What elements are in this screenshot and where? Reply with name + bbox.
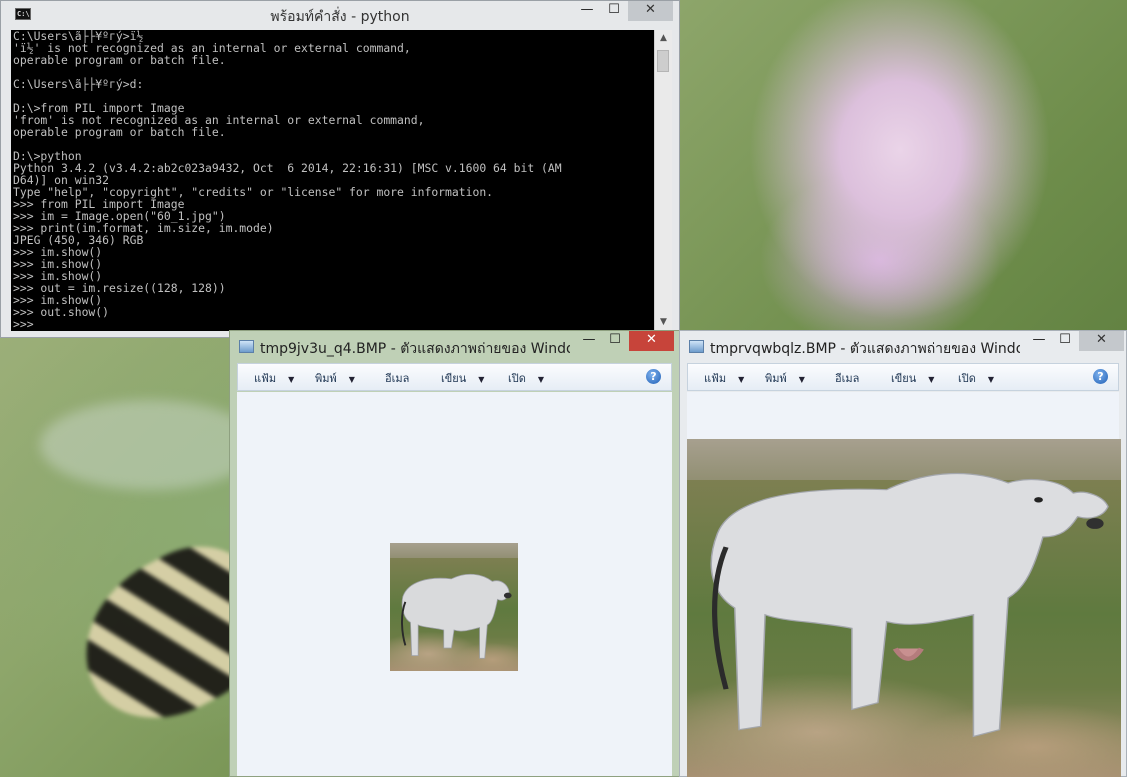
help-icon[interactable]: ? [646,369,661,384]
menu-open-label: เปิด [508,372,526,385]
minimize-button[interactable]: — [574,1,600,21]
viewer-titlebar[interactable]: tmprvqwbqlz.BMP - ตัวแสดงภาพถ่ายของ Wind… [680,331,1126,361]
menu-burn[interactable]: เขียน ▼ [441,369,484,387]
console-line: C:\Users\ã├├¥ºгý>d: [13,77,144,91]
menu-email[interactable]: อีเมล [385,369,409,387]
menu-file-label: แฟ้ม [704,372,727,385]
menu-print[interactable]: พิมพ์ ▼ [315,369,355,387]
viewer-title: tmp9jv3u_q4.BMP - ตัวแสดงภาพถ่ายของ Wind… [260,341,570,357]
console-line: operable program or batch file. [13,125,226,139]
maximize-button[interactable]: ☐ [601,1,627,21]
dropdown-arrow-icon: ▼ [798,375,805,384]
menu-burn-label: เขียน [891,372,917,385]
menu-burn[interactable]: เขียน ▼ [891,369,934,387]
image-display-area[interactable] [687,392,1121,777]
displayed-image [687,439,1121,777]
viewer-titlebar[interactable]: tmp9jv3u_q4.BMP - ตัวแสดงภาพถ่ายของ Wind… [230,331,679,361]
viewer-toolbar: แฟ้ม ▼ พิมพ์ ▼ อีเมล เขียน ▼ เปิด ▼ ? [687,363,1119,391]
menu-open-label: เปิด [958,372,976,385]
minimize-button[interactable]: — [576,331,602,351]
maximize-button[interactable]: ☐ [1052,331,1078,351]
viewer-title: tmprvqwbqlz.BMP - ตัวแสดงภาพถ่ายของ Wind… [710,341,1020,357]
menu-print-label: พิมพ์ [315,372,337,385]
viewer-toolbar: แฟ้ม ▼ พิมพ์ ▼ อีเมล เขียน ▼ เปิด ▼ ? [237,363,672,391]
menu-email-label: อีเมล [385,372,410,385]
console-line: operable program or batch file. [13,53,226,67]
dropdown-arrow-icon: ▼ [478,375,485,384]
dropdown-arrow-icon: ▼ [987,375,995,384]
menu-print-label: พิมพ์ [765,372,787,385]
dropdown-arrow-icon: ▼ [537,375,545,384]
menu-open[interactable]: เปิด ▼ [958,369,994,387]
console-scrollbar[interactable]: ▲ ▼ [654,30,672,331]
photo-viewer-window-1[interactable]: tmp9jv3u_q4.BMP - ตัวแสดงภาพถ่ายของ Wind… [229,330,680,777]
help-icon[interactable]: ? [1093,369,1108,384]
minimize-button[interactable]: — [1026,331,1052,351]
dropdown-arrow-icon: ▼ [738,375,745,384]
photo-viewer-window-2[interactable]: tmprvqwbqlz.BMP - ตัวแสดงภาพถ่ายของ Wind… [679,330,1127,777]
menu-file-label: แฟ้ม [254,372,277,385]
menu-print[interactable]: พิมพ์ ▼ [765,369,805,387]
photo-viewer-icon [239,340,254,353]
dropdown-arrow-icon: ▼ [288,375,295,384]
dropdown-arrow-icon: ▼ [348,375,355,384]
console-titlebar[interactable]: C:\ พร้อมท์คำสั่ง - python — ☐ ✕ [1,1,679,29]
close-button[interactable]: ✕ [629,331,674,351]
dropdown-arrow-icon: ▼ [928,375,935,384]
close-button[interactable]: ✕ [628,1,673,21]
console-line: >>> [13,317,41,331]
scroll-thumb[interactable] [657,50,669,72]
console-text: C:\Users\ã├├¥ºгý>ï½ 'ï½' is not recogniz… [11,30,654,330]
maximize-button[interactable]: ☐ [602,331,628,351]
image-display-area[interactable] [237,392,672,776]
menu-email-label: อีเมล [835,372,860,385]
console-output[interactable]: C:\Users\ã├├¥ºгý>ï½ 'ï½' is not recogniz… [11,30,654,331]
menu-file[interactable]: แฟ้ม ▼ [704,369,744,387]
command-prompt-window[interactable]: C:\ พร้อมท์คำสั่ง - python — ☐ ✕ C:\User… [0,0,680,338]
menu-open[interactable]: เปิด ▼ [508,369,544,387]
menu-burn-label: เขียน [441,372,467,385]
menu-email[interactable]: อีเมล [835,369,859,387]
scroll-down-arrow-icon[interactable]: ▼ [655,314,672,331]
photo-viewer-icon [689,340,704,353]
wallpaper-bee-wing [40,400,260,490]
close-button[interactable]: ✕ [1079,331,1124,351]
menu-file[interactable]: แฟ้ม ▼ [254,369,294,387]
scroll-up-arrow-icon[interactable]: ▲ [655,30,672,47]
displayed-image [390,543,518,671]
